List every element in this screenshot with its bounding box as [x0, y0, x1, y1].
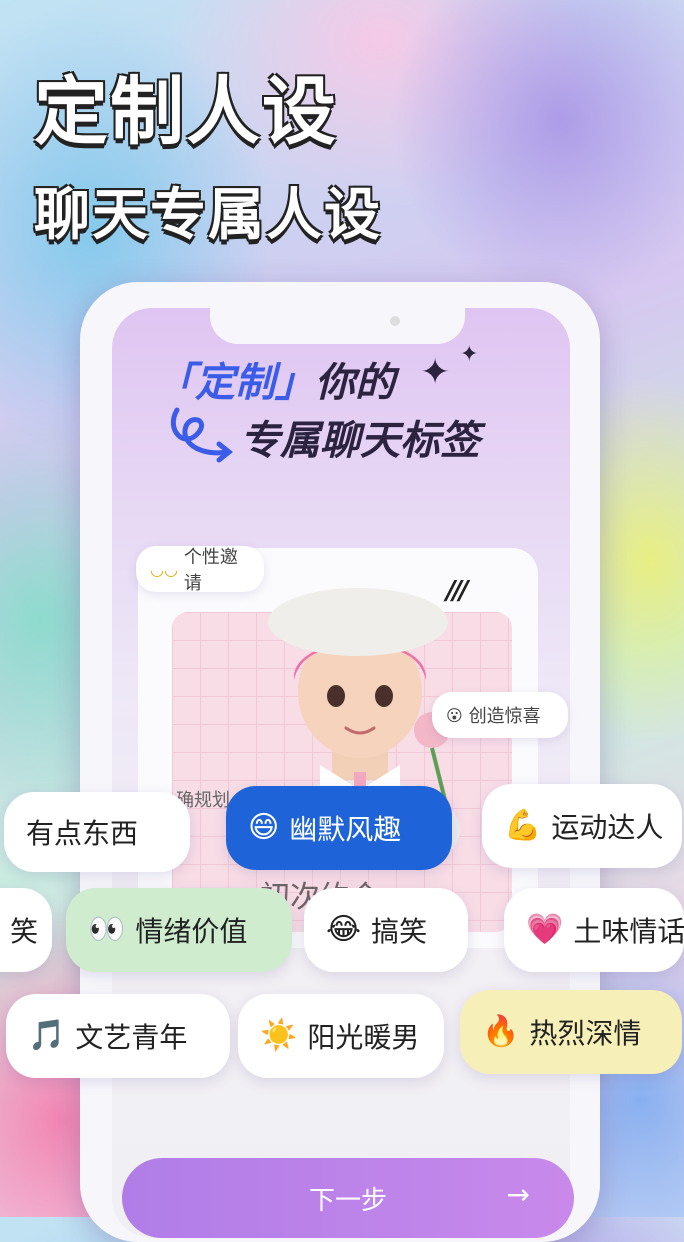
curl-arrow-icon [170, 407, 234, 463]
tag-passionate-selected[interactable]: 🔥 热烈深情 [460, 990, 682, 1074]
invite-label: 个性邀请 [183, 547, 238, 594]
sun-icon: ☀️ [260, 1018, 298, 1053]
surprise-label: 创造惊喜 [468, 706, 541, 727]
screen-subtitle: 专属聊天标签 [240, 418, 480, 464]
flexed-bicep-icon: 💪 [504, 808, 542, 843]
surprise-pill: 😮 创造惊喜 [432, 692, 568, 738]
sparkle-small-icon: ✦ [460, 342, 479, 367]
tag-label: 搞笑 [371, 915, 428, 948]
tag-cheesy-lines[interactable]: 💗 土味情话 [504, 888, 684, 972]
arrow-right-icon: → [506, 1178, 530, 1211]
invite-pill: ◡◡ 个性邀请 [136, 546, 264, 594]
tag-label: 有点东西 [26, 817, 139, 850]
tag-artsy[interactable]: 🎵 文艺青年 [6, 994, 230, 1078]
tag-sunny-guy[interactable]: ☀️ 阳光暖男 [238, 994, 444, 1078]
hushed-face-icon: 😮 [446, 705, 463, 725]
title-rest: 你的 [315, 360, 395, 406]
tag-label: 文艺青年 [75, 1021, 188, 1054]
grinning-face-icon: 😄 [248, 810, 280, 845]
title-bracket-close: 」 [275, 360, 315, 406]
next-step-button[interactable]: 下一步 → [122, 1158, 574, 1238]
hero-title: 定制人设 [34, 69, 338, 155]
tag-label: 阳光暖男 [307, 1021, 420, 1054]
hero-subtitle: 聊天专属人设 [34, 183, 382, 248]
sparkle-icon: ✦ [420, 352, 451, 393]
tag-label: 幽默风趣 [289, 813, 402, 846]
next-step-label: 下一步 [308, 1185, 387, 1216]
tag-funny[interactable]: 😂 搞笑 [304, 888, 468, 972]
camera-dot [390, 316, 400, 326]
tag-laugh-partial[interactable]: 笑 [0, 888, 52, 972]
phone-notch [210, 298, 465, 344]
tag-label: 热烈深情 [529, 1017, 642, 1050]
tag-label: 笑 [9, 915, 38, 948]
tag-label: 情绪价值 [135, 915, 248, 948]
tag-emotional-value-selected[interactable]: 👀 情绪价值 [66, 888, 292, 972]
handshake-icon: ◡◡ [150, 559, 178, 579]
tears-of-joy-icon: 😂 [326, 912, 362, 947]
fire-icon: 🔥 [482, 1014, 520, 1049]
tag-youdian-dongxi[interactable]: 有点东西 [4, 792, 190, 872]
tag-humor-selected[interactable]: 😄 幽默风趣 [226, 786, 452, 870]
sparkling-heart-icon: 💗 [526, 912, 564, 947]
eyes-icon: 👀 [88, 912, 126, 947]
tag-label: 运动达人 [551, 811, 664, 844]
tag-sports[interactable]: 💪 运动达人 [482, 784, 682, 868]
music-note-icon: 🎵 [28, 1018, 66, 1053]
tag-label: 土味情话 [573, 915, 684, 948]
